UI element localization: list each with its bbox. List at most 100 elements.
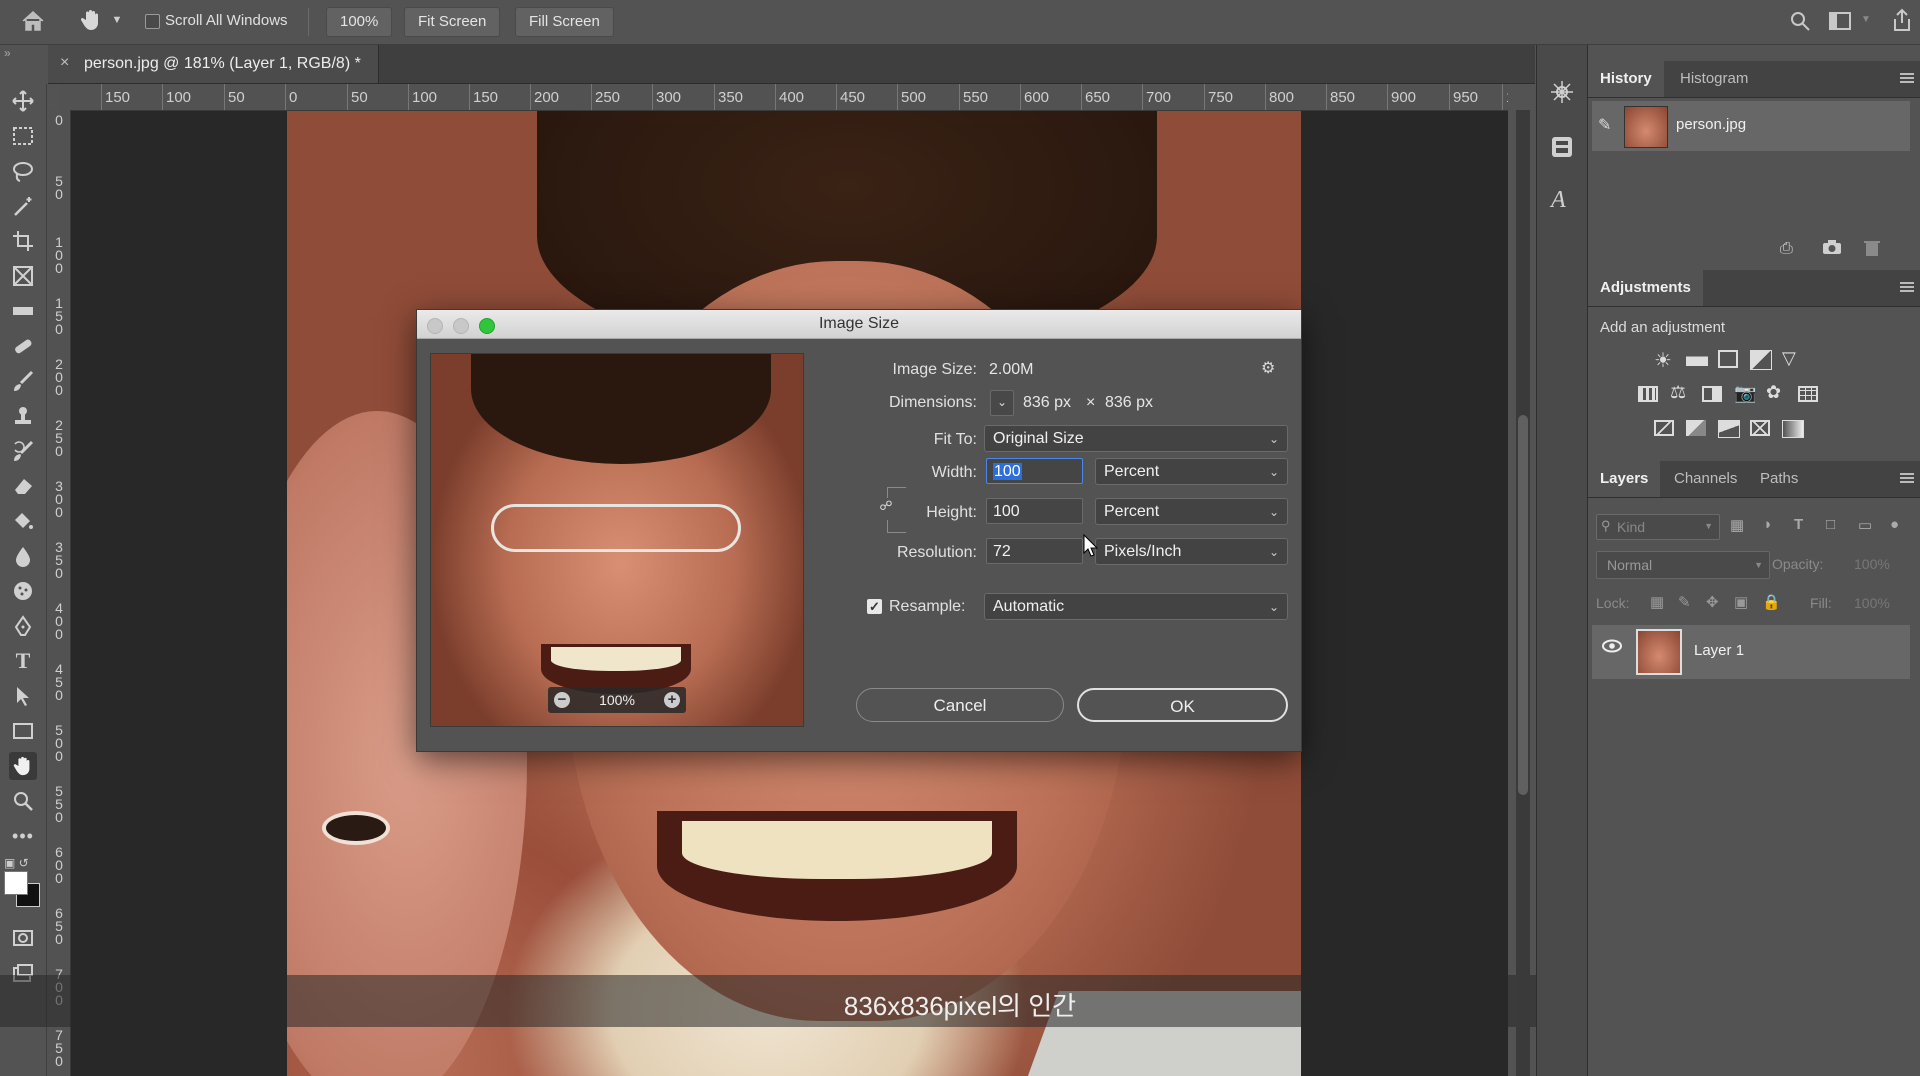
frame-tool-icon[interactable] (9, 262, 37, 290)
vertical-scrollbar[interactable] (1516, 110, 1530, 1076)
photo-filter-icon[interactable]: 📷 (1734, 383, 1756, 404)
type-tool-icon[interactable]: T (9, 647, 37, 675)
panel-menu-icon[interactable] (1900, 473, 1914, 483)
home-icon[interactable] (20, 10, 46, 34)
foreground-color-swatch[interactable] (4, 871, 28, 895)
blend-mode-select[interactable]: Normal ▼ (1596, 551, 1770, 579)
ruler-tool-icon[interactable] (9, 297, 37, 325)
filter-pixel-icon[interactable]: ▦ (1730, 516, 1744, 534)
tab-adjustments[interactable]: Adjustments (1588, 270, 1703, 306)
learn-icon[interactable] (1549, 79, 1575, 105)
opacity-value[interactable]: 100% (1854, 556, 1910, 572)
libraries-icon[interactable] (1549, 134, 1575, 160)
ok-button[interactable]: OK (1077, 688, 1288, 722)
hand-tool-active-icon[interactable] (9, 752, 37, 780)
eye-icon[interactable] (1602, 639, 1622, 653)
filter-adjustment-icon[interactable]: ◑ (1762, 516, 1771, 533)
image-preview[interactable]: − 100% + (430, 353, 804, 727)
scrollbar-thumb[interactable] (1518, 415, 1528, 795)
quick-mask-icon[interactable] (9, 924, 37, 952)
resolution-input[interactable]: 72 (986, 538, 1083, 564)
magic-wand-tool-icon[interactable] (9, 192, 37, 220)
stamp-tool-icon[interactable] (9, 402, 37, 430)
history-brush-source-icon[interactable]: ✎ (1598, 115, 1611, 135)
color-balance-icon[interactable]: ⚖ (1670, 382, 1686, 403)
close-icon[interactable]: × (60, 54, 69, 72)
brightness-icon[interactable]: ☀ (1654, 348, 1672, 373)
expand-toolbar-icon[interactable]: » (4, 46, 11, 60)
black-white-icon[interactable] (1702, 386, 1722, 402)
lock-all-icon[interactable]: 🔒 (1762, 593, 1781, 611)
layer-name[interactable]: Layer 1 (1694, 642, 1744, 659)
brush-tool-icon[interactable] (9, 367, 37, 395)
resample-checkbox[interactable]: ✓ (867, 599, 882, 614)
zoom-100-button[interactable]: 100% (326, 7, 393, 37)
scroll-all-checkbox[interactable] (145, 14, 160, 29)
filter-shape-icon[interactable]: □ (1826, 516, 1835, 533)
history-brush-icon[interactable] (9, 437, 37, 465)
sponge-tool-icon[interactable] (9, 577, 37, 605)
levels-icon[interactable] (1686, 350, 1708, 366)
zoom-in-icon[interactable]: + (664, 692, 680, 708)
path-selection-icon[interactable] (9, 682, 37, 710)
tab-paths[interactable]: Paths (1748, 461, 1810, 497)
resolution-unit-select[interactable]: Pixels/Inch ⌄ (1095, 538, 1288, 565)
invert-icon[interactable] (1654, 420, 1674, 436)
chevron-down-icon[interactable]: ▼ (110, 14, 124, 26)
rectangle-tool-icon[interactable] (9, 717, 37, 745)
exposure-icon[interactable] (1750, 350, 1772, 370)
zoom-tool-icon[interactable] (9, 787, 37, 815)
paint-bucket-icon[interactable] (9, 507, 37, 535)
lock-image-pixels-icon[interactable]: ✎ (1678, 593, 1691, 611)
width-input[interactable]: 100 (986, 458, 1083, 484)
hand-tool-icon[interactable] (78, 8, 104, 34)
dimensions-unit-dropdown[interactable]: ⌄ (990, 390, 1014, 416)
lock-position-icon[interactable]: ✥ (1706, 593, 1719, 611)
search-icon[interactable] (1788, 10, 1812, 34)
fit-to-select[interactable]: Original Size ⌄ (984, 425, 1288, 452)
lock-transparent-pixels-icon[interactable]: ▦ (1650, 593, 1664, 611)
pen-tool-icon[interactable] (9, 612, 37, 640)
fill-value[interactable]: 100% (1854, 595, 1890, 611)
filter-type-icon[interactable]: T (1794, 516, 1803, 533)
blur-tool-icon[interactable] (9, 542, 37, 570)
document-tab[interactable]: × person.jpg @ 181% (Layer 1, RGB/8) * (48, 45, 379, 83)
curves-icon[interactable] (1718, 350, 1738, 368)
workspace-icon[interactable] (1828, 11, 1852, 33)
share-icon[interactable] (1890, 8, 1914, 34)
lasso-tool-icon[interactable] (9, 157, 37, 185)
hue-saturation-icon[interactable] (1638, 386, 1658, 402)
fit-screen-button[interactable]: Fit Screen (404, 7, 501, 37)
tab-layers[interactable]: Layers (1588, 461, 1661, 497)
selective-color-icon[interactable] (1750, 420, 1770, 436)
panel-menu-icon[interactable] (1900, 282, 1914, 292)
vibrance-icon[interactable]: ▽ (1782, 348, 1796, 369)
threshold-icon[interactable] (1718, 420, 1740, 438)
lock-artboard-icon[interactable]: ▣ (1734, 593, 1748, 611)
tab-channels[interactable]: Channels (1662, 461, 1749, 497)
character-panel-icon[interactable]: A (1551, 187, 1566, 214)
color-lookup-icon[interactable] (1798, 386, 1818, 402)
crop-tool-icon[interactable] (9, 227, 37, 255)
height-unit-select[interactable]: Percent ⌄ (1095, 498, 1288, 525)
layer-row[interactable]: Layer 1 (1592, 625, 1910, 679)
snapshot-camera-icon[interactable] (1822, 239, 1842, 255)
gear-icon[interactable]: ⚙ (1261, 358, 1275, 378)
filter-toggle-icon[interactable]: ● (1890, 516, 1899, 533)
cancel-button[interactable]: Cancel (856, 688, 1064, 722)
tab-histogram[interactable]: Histogram (1668, 61, 1760, 97)
more-tools-icon[interactable]: ••• (9, 822, 37, 850)
height-input[interactable]: 100 (986, 498, 1083, 524)
chevron-down-icon[interactable]: ▼ (1860, 14, 1872, 25)
new-document-from-state-icon[interactable]: ⎙ (1780, 240, 1793, 258)
dialog-titlebar[interactable]: Image Size (417, 310, 1301, 339)
fill-screen-button[interactable]: Fill Screen (515, 7, 614, 37)
channel-mixer-icon[interactable]: ✿ (1766, 382, 1781, 403)
eraser-tool-icon[interactable] (9, 472, 37, 500)
panel-menu-icon[interactable] (1900, 73, 1914, 83)
filter-smart-object-icon[interactable]: ▭ (1858, 516, 1872, 534)
trash-icon[interactable] (1864, 239, 1880, 257)
healing-brush-icon[interactable] (9, 332, 37, 360)
swap-colors-icon[interactable]: ▣ ↺ (4, 856, 29, 870)
resample-select[interactable]: Automatic ⌄ (984, 593, 1288, 620)
